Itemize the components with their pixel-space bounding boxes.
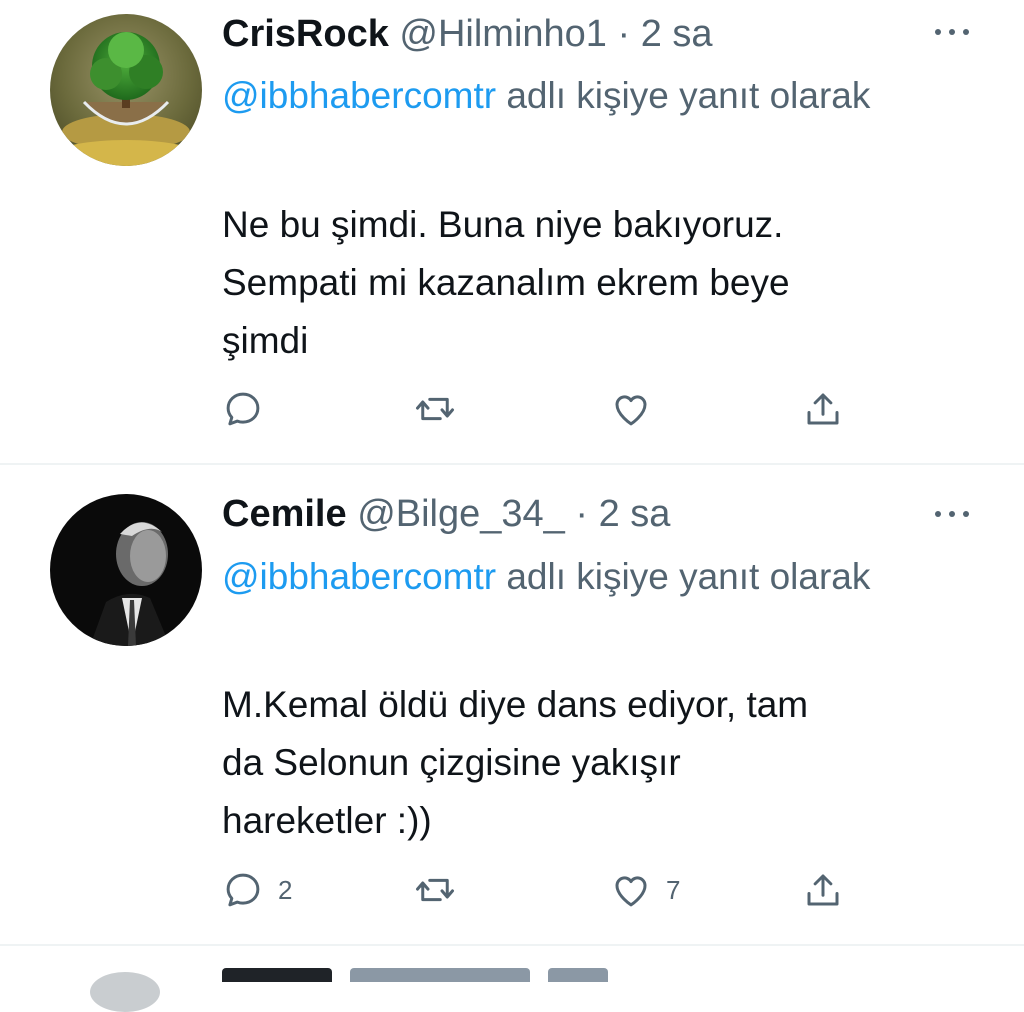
reply-icon — [226, 392, 260, 426]
retweet-button[interactable] — [414, 868, 456, 912]
tweet-header: CrisRock @Hilminho1 · 2 sa — [222, 10, 713, 58]
like-icon — [615, 395, 647, 426]
avatar[interactable] — [90, 972, 160, 1012]
timestamp[interactable]: 2 sa — [599, 493, 671, 535]
separator-dot: · — [617, 13, 631, 55]
tweet-divider — [0, 463, 1024, 465]
tweet-text-line: Sempati mi kazanalım ekrem beye — [222, 262, 790, 303]
share-icon — [807, 874, 839, 906]
reply-context-text: adlı kişiye yanıt olarak — [496, 75, 871, 116]
reply-mention-link[interactable]: @ibbhabercomtr — [222, 556, 496, 597]
display-name[interactable]: Cemile — [222, 493, 347, 535]
share-icon — [807, 393, 839, 425]
tweet-text-line: da Selonun çizgisine yakışır — [222, 742, 681, 783]
timestamp[interactable]: 2 sa — [641, 13, 713, 55]
more-icon[interactable] — [930, 22, 974, 42]
tweet-actions — [222, 387, 862, 431]
reply-count: 2 — [278, 874, 293, 905]
avatar[interactable] — [50, 494, 202, 646]
reply-context: @ibbhabercomtr adlı kişiye yanıt olarak — [222, 66, 922, 126]
user-handle[interactable]: @Bilge_34_ — [357, 493, 565, 535]
tweet-text: M.Kemal öldü diye dans ediyor, tam da Se… — [222, 676, 952, 850]
separator-dot: · — [575, 493, 589, 535]
retweet-icon — [416, 878, 454, 902]
reply-button[interactable] — [222, 387, 278, 431]
more-icon[interactable] — [930, 504, 974, 524]
retweet-button[interactable] — [414, 387, 456, 431]
share-button[interactable] — [802, 387, 844, 431]
tweet-header: Cemile @Bilge_34_ · 2 sa — [222, 490, 670, 538]
tweet-text-line: M.Kemal öldü diye dans ediyor, tam — [222, 684, 809, 725]
reply-button[interactable]: 2 — [222, 868, 292, 912]
reply-mention-link[interactable]: @ibbhabercomtr — [222, 75, 496, 116]
tweet[interactable]: CrisRock @Hilminho1 · 2 sa @ibbhabercomt… — [0, 0, 1024, 465]
tweet-actions: 2 7 — [222, 868, 862, 912]
tweet-text-line: şimdi — [222, 320, 309, 361]
avatar[interactable] — [50, 14, 202, 166]
retweet-icon — [416, 397, 454, 421]
like-icon — [615, 876, 647, 907]
like-button[interactable]: 7 — [610, 868, 680, 912]
like-button[interactable] — [610, 387, 666, 431]
display-name[interactable]: CrisRock — [222, 13, 389, 55]
reply-icon — [226, 873, 260, 907]
tweet-text-line: hareketler :)) — [222, 800, 432, 841]
reply-context: @ibbhabercomtr adlı kişiye yanıt olarak — [222, 547, 922, 607]
user-handle[interactable]: @Hilminho1 — [399, 13, 607, 55]
share-button[interactable] — [802, 868, 844, 912]
tweet-text: Ne bu şimdi. Buna niye bakıyoruz. Sempat… — [222, 196, 952, 370]
tweet-text-line: Ne bu şimdi. Buna niye bakıyoruz. — [222, 204, 784, 245]
reply-context-text: adlı kişiye yanıt olarak — [496, 556, 871, 597]
tweet[interactable]: Cemile @Bilge_34_ · 2 sa @ibbhabercomtr … — [0, 466, 1024, 944]
like-count: 7 — [666, 874, 681, 905]
tweet-divider — [0, 944, 1024, 946]
